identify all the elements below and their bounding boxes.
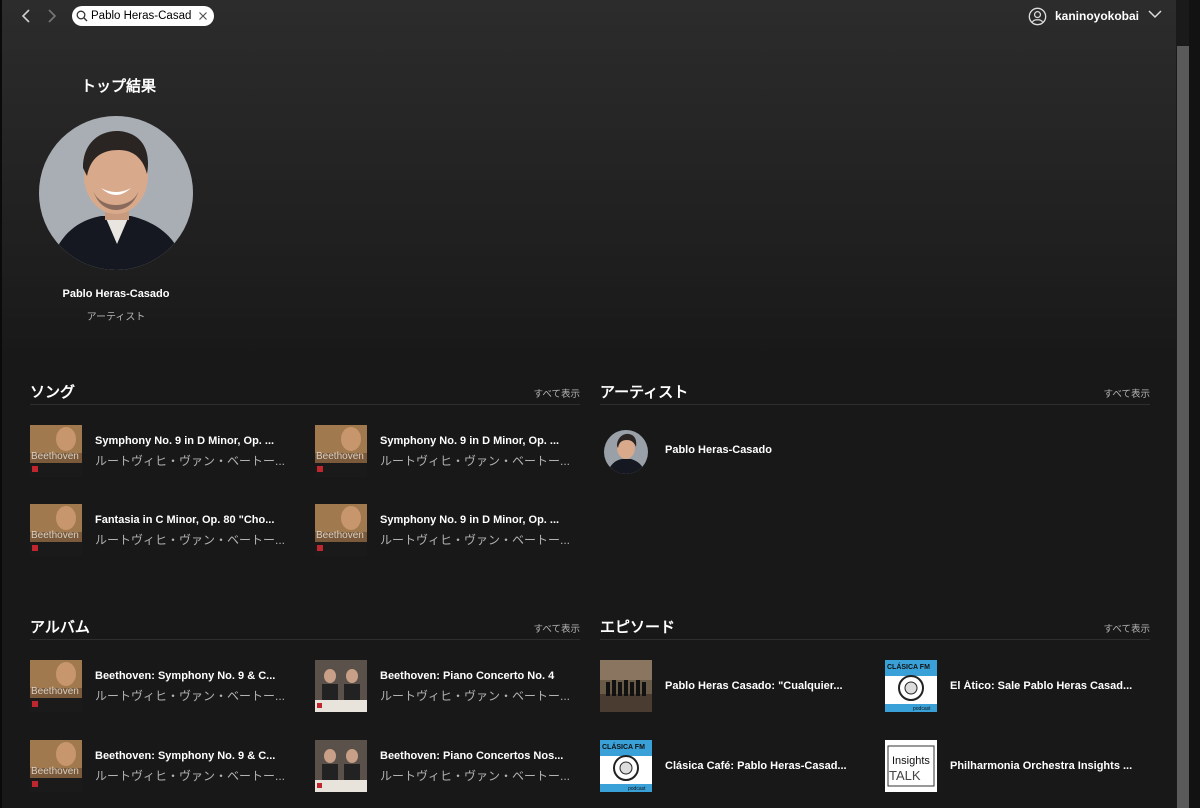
album-title: Beethoven: Symphony No. 9 & C...	[95, 670, 276, 682]
beethoven-cover-art: Beethoven	[315, 504, 367, 556]
clasica-fm-podcast-cover: CLÁSICA FM podcast	[885, 660, 937, 712]
clear-icon[interactable]	[197, 10, 209, 22]
cover-brand: CLÁSICA FM	[602, 742, 645, 751]
episodes-divider	[600, 639, 1150, 640]
song-item[interactable]: Beethoven Symphony No. 9 in D Minor, Op.…	[315, 425, 585, 477]
cover-title: Beethoven	[31, 530, 79, 541]
album-artist[interactable]: ルートヴィヒ・ヴァン・ベートー...	[95, 687, 295, 704]
insights-talk-cover: Insights TALK	[885, 740, 937, 792]
top-result-name[interactable]: Pablo Heras-Casado	[38, 288, 194, 300]
album-title: Beethoven: Symphony No. 9 & C...	[95, 750, 276, 762]
orchestra-cover-art	[600, 660, 652, 712]
song-title: Symphony No. 9 in D Minor, Op. ...	[95, 435, 275, 447]
albums-see-all-link[interactable]: すべて表示	[510, 621, 580, 635]
song-title: Fantasia in C Minor, Op. 80 "Cho...	[95, 514, 275, 526]
episode-item[interactable]: Insights TALK Philharmonia Orchestra Insi…	[885, 740, 1155, 792]
episode-title: Pablo Heras Casado: "Cualquier...	[665, 680, 843, 692]
cover-title: Beethoven	[31, 766, 79, 777]
window-edge	[1189, 0, 1200, 808]
top-result-artist-image[interactable]	[39, 116, 193, 270]
artist-name: Pablo Heras-Casado	[665, 444, 772, 456]
cover-brand: CLÁSICA FM	[887, 662, 930, 671]
album-artist[interactable]: ルートヴィヒ・ヴァン・ベートー...	[380, 767, 580, 784]
chevron-down-icon[interactable]	[1148, 9, 1162, 19]
artists-see-all-link[interactable]: すべて表示	[1080, 386, 1150, 400]
artist-avatar	[604, 430, 648, 474]
episode-item[interactable]: CLÁSICA FM podcast Clásica Café: Pablo He…	[600, 740, 870, 792]
songs-heading: ソング	[30, 384, 76, 401]
piano-concerto-cover-art	[315, 660, 367, 712]
user-icon	[1028, 7, 1047, 25]
albums-divider	[30, 639, 580, 640]
user-menu[interactable]: kaninoyokobai	[1028, 6, 1139, 26]
episode-item[interactable]: CLÁSICA FM podcast El Ático: Sale Pablo H…	[885, 660, 1155, 712]
song-artist[interactable]: ルートヴィヒ・ヴァン・ベートー...	[380, 452, 580, 469]
cover-podcast-label: podcast	[913, 706, 931, 712]
song-title: Symphony No. 9 in D Minor, Op. ...	[380, 514, 560, 526]
cover-title: Beethoven	[316, 451, 364, 462]
cover-title: Beethoven	[31, 686, 79, 697]
beethoven-cover-art: Beethoven	[30, 660, 82, 712]
album-item[interactable]: Beethoven Beethoven: Symphony No. 9 & C.…	[30, 660, 300, 712]
song-item[interactable]: Beethoven Symphony No. 9 in D Minor, Op.…	[30, 425, 300, 477]
beethoven-cover-art: Beethoven	[315, 425, 367, 477]
piano-concerto-cover-art	[315, 740, 367, 792]
artist-item[interactable]: Pablo Heras-Casado	[604, 430, 904, 474]
album-title: Beethoven: Piano Concerto No. 4	[380, 670, 555, 682]
album-item[interactable]: Beethoven: Piano Concertos Nos... ルートヴィヒ…	[315, 740, 585, 792]
search-icon	[76, 10, 88, 22]
song-artist[interactable]: ルートヴィヒ・ヴァン・ベートー...	[95, 452, 295, 469]
top-result-type: アーティスト	[86, 312, 146, 323]
episode-item[interactable]: Pablo Heras Casado: "Cualquier...	[600, 660, 870, 712]
chevron-left-icon	[21, 9, 30, 23]
cover-insights-label: Insights	[892, 755, 930, 767]
beethoven-cover-art: Beethoven	[30, 740, 82, 792]
main-panel: kaninoyokobai トップ結果 Pablo Heras-Casado ア…	[0, 0, 1176, 808]
album-artist[interactable]: ルートヴィヒ・ヴァン・ベートー...	[380, 687, 580, 704]
episodes-heading: エピソード	[600, 619, 676, 636]
episodes-see-all-link[interactable]: すべて表示	[1080, 621, 1150, 635]
scrollbar-thumb[interactable]	[1177, 46, 1189, 808]
episode-title: Philharmonia Orchestra Insights ...	[950, 760, 1133, 772]
search-input[interactable]	[91, 10, 191, 22]
chevron-right-icon	[48, 9, 57, 23]
beethoven-cover-art: Beethoven	[30, 504, 82, 556]
back-button[interactable]	[16, 6, 36, 26]
user-name: kaninoyokobai	[1055, 9, 1140, 23]
album-artist[interactable]: ルートヴィヒ・ヴァン・ベートー...	[95, 767, 295, 784]
album-item[interactable]: Beethoven: Piano Concerto No. 4 ルートヴィヒ・ヴ…	[315, 660, 585, 712]
song-item[interactable]: Beethoven Fantasia in C Minor, Op. 80 "C…	[30, 504, 300, 556]
song-artist[interactable]: ルートヴィヒ・ヴァン・ベートー...	[380, 531, 580, 548]
episode-title: Clásica Café: Pablo Heras-Casad...	[665, 760, 847, 772]
cover-title: Beethoven	[316, 530, 364, 541]
songs-see-all-link[interactable]: すべて表示	[510, 386, 580, 400]
cover-talk-label: TALK	[889, 768, 921, 783]
cover-podcast-label: podcast	[628, 786, 646, 792]
search-box[interactable]	[72, 6, 214, 26]
artists-divider	[600, 404, 1150, 405]
song-item[interactable]: Beethoven Symphony No. 9 in D Minor, Op.…	[315, 504, 585, 556]
forward-button[interactable]	[42, 6, 62, 26]
beethoven-cover-art: Beethoven	[30, 425, 82, 477]
song-title: Symphony No. 9 in D Minor, Op. ...	[380, 435, 560, 447]
top-result-heading: トップ結果	[81, 78, 157, 95]
artists-heading: アーティスト	[600, 384, 689, 401]
songs-divider	[30, 404, 580, 405]
song-artist[interactable]: ルートヴィヒ・ヴァン・ベートー...	[95, 531, 295, 548]
episode-title: El Ático: Sale Pablo Heras Casad...	[950, 680, 1133, 692]
album-item[interactable]: Beethoven Beethoven: Symphony No. 9 & C.…	[30, 740, 300, 792]
albums-heading: アルバム	[30, 619, 90, 636]
album-title: Beethoven: Piano Concertos Nos...	[380, 750, 564, 762]
cover-title: Beethoven	[31, 451, 79, 462]
clasica-fm-podcast-cover: CLÁSICA FM podcast	[600, 740, 652, 792]
